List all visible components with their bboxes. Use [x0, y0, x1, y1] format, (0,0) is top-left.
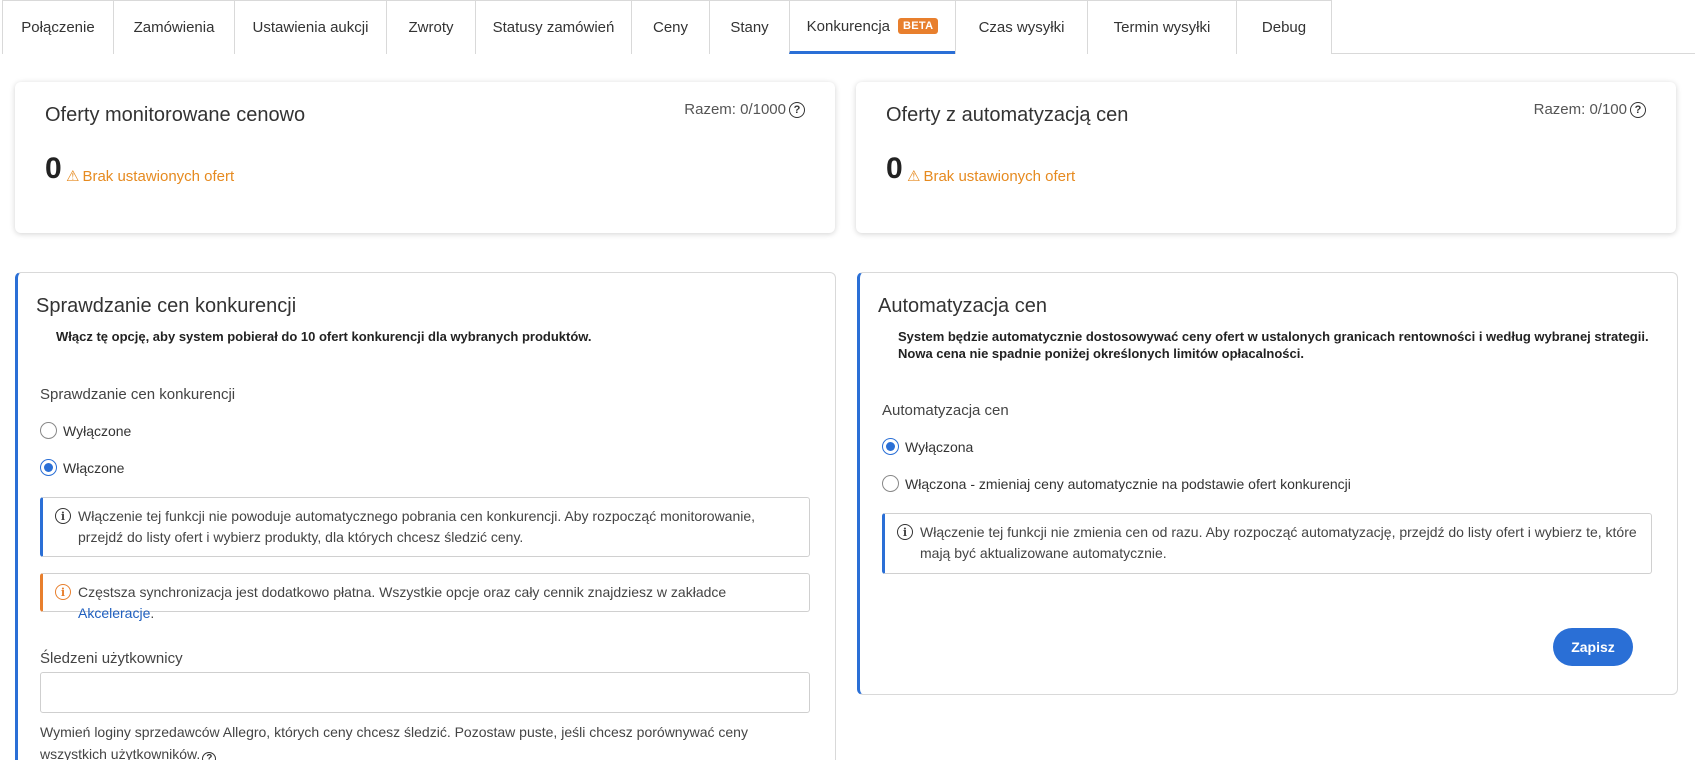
- tab-zwroty[interactable]: Zwroty: [386, 0, 476, 54]
- tab-ceny[interactable]: Ceny: [631, 0, 710, 54]
- competition-check-field-label: Sprawdzanie cen konkurencji: [40, 386, 236, 403]
- tab-konkurencja[interactable]: Konkurencja BETA: [789, 0, 956, 54]
- price-automation-field-label: Automatyzacja cen: [882, 402, 1009, 419]
- price-automation-description: System będzie automatycznie dostosowywać…: [898, 329, 1649, 361]
- monitored-offers-count: 0: [45, 152, 62, 185]
- tab-statusy-zamowien[interactable]: Statusy zamówień: [475, 0, 632, 54]
- beta-badge: BETA: [898, 18, 939, 34]
- automated-offers-warning: ⚠ Brak ustawionych ofert: [907, 167, 1076, 186]
- automated-offers-count: 0: [886, 152, 903, 185]
- automated-offers-card: Oferty z automatyzacją cen Razem: 0/100 …: [856, 82, 1676, 233]
- price-automation-title: Automatyzacja cen: [878, 295, 1047, 317]
- radio-automation-off[interactable]: Wyłączona: [882, 438, 973, 455]
- save-button[interactable]: Zapisz: [1553, 628, 1633, 666]
- tab-ustawienia-aukcji[interactable]: Ustawienia aukcji: [234, 0, 387, 54]
- monitored-offers-total: Razem: 0/1000 ?: [684, 101, 805, 118]
- info-icon: i: [55, 508, 71, 524]
- radio-button[interactable]: [40, 422, 57, 439]
- competition-check-panel: Sprawdzanie cen konkurencji Włącz tę opc…: [15, 272, 836, 760]
- info-icon: i: [897, 524, 913, 540]
- warning-icon: ⚠: [66, 168, 80, 185]
- tracked-users-label: Śledzeni użytkownicy: [40, 650, 183, 667]
- radio-competition-on[interactable]: Włączone: [40, 459, 124, 476]
- monitored-offers-warning: ⚠ Brak ustawionych ofert: [66, 167, 235, 186]
- automated-offers-title: Oferty z automatyzacją cen: [886, 104, 1129, 126]
- akceleracje-link[interactable]: Akceleracje: [78, 605, 150, 621]
- radio-button[interactable]: [40, 459, 57, 476]
- tab-czas-wysylki[interactable]: Czas wysyłki: [955, 0, 1088, 54]
- radio-button[interactable]: [882, 475, 899, 492]
- monitored-offers-title: Oferty monitorowane cenowo: [45, 104, 306, 126]
- help-icon[interactable]: ?: [789, 101, 805, 118]
- price-automation-panel: Automatyzacja cen System będzie automaty…: [857, 272, 1678, 695]
- help-icon[interactable]: ?: [1630, 101, 1646, 118]
- sync-note-box: i Częstsza synchronizacja jest dodatkowo…: [40, 573, 810, 621]
- automated-offers-total: Razem: 0/100 ?: [1534, 101, 1646, 118]
- tab-zamowienia[interactable]: Zamówienia: [113, 0, 235, 54]
- tab-polaczenie[interactable]: Połączenie: [2, 0, 114, 54]
- tracked-users-help: Wymień loginy sprzedawców Allegro, który…: [40, 721, 770, 760]
- tab-debug[interactable]: Debug: [1236, 0, 1332, 54]
- tracked-users-input[interactable]: [40, 672, 810, 713]
- competition-check-description: Włącz tę opcję, aby system pobierał do 1…: [56, 329, 592, 344]
- tab-bar: Połączenie Zamówienia Ustawienia aukcji …: [2, 0, 1695, 54]
- automation-info-box: i Włączenie tej funkcji nie zmienia cen …: [882, 513, 1652, 574]
- tab-termin-wysylki[interactable]: Termin wysyłki: [1087, 0, 1237, 54]
- monitored-offers-card: Oferty monitorowane cenowo Razem: 0/1000…: [15, 82, 835, 233]
- radio-button[interactable]: [882, 438, 899, 455]
- radio-competition-off[interactable]: Wyłączone: [40, 422, 131, 439]
- radio-automation-on[interactable]: Włączona - zmieniaj ceny automatycznie n…: [882, 475, 1351, 492]
- warning-icon: ⚠: [907, 168, 921, 185]
- competition-check-title: Sprawdzanie cen konkurencji: [36, 295, 297, 317]
- tab-stany[interactable]: Stany: [709, 0, 790, 54]
- competition-info-box: i Włączenie tej funkcji nie powoduje aut…: [40, 497, 810, 557]
- help-icon[interactable]: ?: [202, 752, 217, 760]
- info-icon: i: [55, 584, 71, 600]
